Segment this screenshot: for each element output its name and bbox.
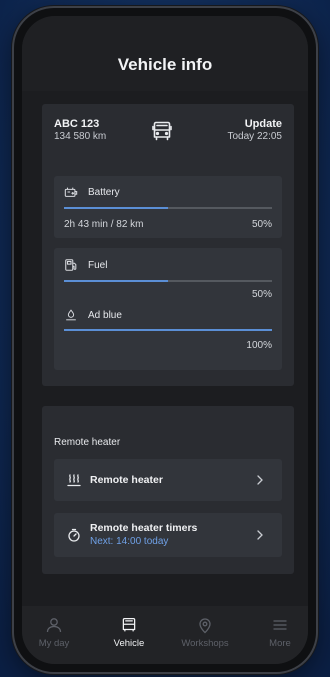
vehicle-card: ABC 123 134 580 km Update Today 22:05 Ba…	[42, 104, 294, 386]
vehicle-odometer: 134 580 km	[54, 131, 107, 142]
page-title: Vehicle info	[117, 55, 213, 74]
chevron-right-icon	[257, 530, 263, 540]
update-label: Update	[244, 118, 282, 130]
tab-workshops[interactable]: Workshops	[175, 616, 235, 649]
tab-vehicle[interactable]: Vehicle	[99, 616, 159, 649]
app-screen: Vehicle info ABC 123 134 580 km Update T…	[22, 16, 308, 664]
remote-heater-card: Remote heater Remote heater Remote heate…	[42, 406, 294, 574]
remote-heater-timers-item[interactable]: Remote heater timers Next: 14:00 today	[54, 513, 282, 557]
fuel-label: Fuel	[88, 260, 108, 271]
remote-heater-label: Remote heater	[90, 474, 163, 486]
adblue-level-bar	[64, 329, 272, 331]
tab-more[interactable]: More	[250, 616, 308, 649]
battery-level-bar	[64, 207, 272, 209]
battery-label: Battery	[88, 187, 120, 198]
tab-label: More	[269, 638, 291, 649]
bus-front-icon	[122, 617, 136, 632]
remote-heater-item[interactable]: Remote heater	[54, 459, 282, 501]
battery-panel: Battery 2h 43 min / 82 km 50%	[54, 176, 282, 238]
fuel-level-fill	[64, 280, 168, 282]
vehicle-summary: ABC 123 134 580 km Update Today 22:05	[54, 118, 282, 158]
tab-label: Workshops	[181, 638, 229, 649]
adblue-level-fill	[64, 329, 272, 331]
app-header: Vehicle info	[22, 16, 308, 91]
fuel-percent: 50%	[251, 289, 272, 300]
battery-percent: 50%	[251, 219, 272, 230]
remote-heater-timers-label: Remote heater timers	[90, 522, 198, 534]
battery-icon	[64, 187, 78, 197]
battery-level-fill	[64, 207, 168, 209]
adblue-icon	[66, 309, 76, 321]
phone-frame: Vehicle info ABC 123 134 580 km Update T…	[14, 8, 316, 672]
next-timer-text: Next: 14:00 today	[90, 536, 169, 547]
fuel-pump-icon	[65, 259, 77, 271]
timer-icon	[68, 528, 80, 542]
bottom-tab-bar: My day Vehicle Workshops More	[22, 606, 308, 664]
fuel-level-bar	[64, 280, 272, 282]
vehicle-plate: ABC 123	[54, 118, 100, 130]
tab-my-day[interactable]: My day	[24, 616, 84, 649]
battery-range: 2h 43 min / 82 km	[64, 219, 144, 230]
remote-heater-section-title: Remote heater	[54, 437, 121, 448]
update-time: Today 22:05	[227, 131, 283, 142]
heater-icon	[67, 474, 81, 487]
fuel-panel: Fuel 50% Ad blue 100%	[54, 248, 282, 370]
adblue-percent: 100%	[246, 340, 272, 351]
tab-label: My day	[38, 638, 70, 649]
tab-label: Vehicle	[113, 638, 145, 649]
bus-front-icon	[152, 121, 172, 141]
menu-icon	[273, 620, 287, 630]
adblue-label: Ad blue	[88, 310, 122, 321]
chevron-right-icon	[257, 475, 263, 485]
person-icon	[46, 618, 62, 633]
location-pin-icon	[199, 618, 211, 634]
